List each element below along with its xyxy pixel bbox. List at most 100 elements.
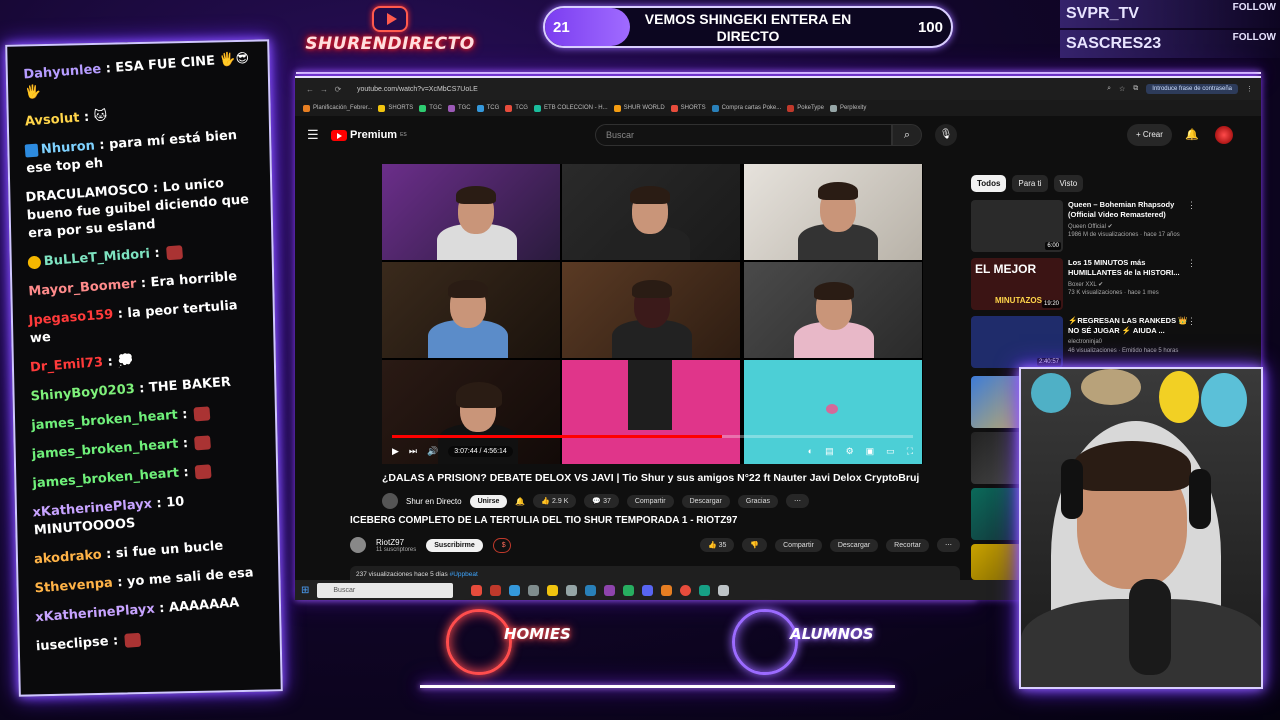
chat-username[interactable]: xKatherinePlayx [35, 602, 155, 626]
zoom-icon[interactable]: ⌕ [1107, 85, 1111, 93]
reload-icon[interactable]: ⟳ [331, 85, 345, 94]
folder-icon[interactable] [547, 584, 559, 596]
forward-arrow-icon[interactable]: → [317, 85, 331, 94]
bookmark-item[interactable]: TCG [505, 104, 528, 112]
chat-username[interactable]: Mayor_Boomer [28, 277, 137, 300]
bookmark-item[interactable]: ETB COLECCION - H... [533, 104, 608, 112]
channel-name[interactable]: Shur en Directo [406, 497, 462, 506]
volume-icon[interactable]: 🔊 [427, 446, 438, 457]
taskbar-app-icon[interactable] [528, 584, 540, 596]
like-button[interactable]: 👍 2.9 K [533, 494, 577, 508]
bookmark-item[interactable]: TCG [476, 104, 499, 112]
second-channel-name[interactable]: RiotZ97 [376, 538, 416, 547]
bookmark-item[interactable]: TGC [419, 104, 442, 112]
pokeball-icon[interactable] [680, 584, 692, 596]
youtube-premium-logo[interactable]: Premium ES [331, 129, 407, 141]
rec-menu-icon[interactable]: ⋮ [1187, 258, 1196, 269]
taskbar-app-icon[interactable] [490, 584, 502, 596]
url-text[interactable]: youtube.com/watch?v=XcMbCS7UoLE [357, 86, 478, 93]
bookmark-item[interactable]: SHORTS [378, 104, 413, 112]
taskbar-app-icon[interactable] [604, 584, 616, 596]
notifications-bell-icon[interactable]: 🔔 [1185, 128, 1199, 141]
search-input[interactable]: Buscar [595, 124, 892, 146]
second-download-button[interactable]: Descargar [829, 538, 879, 552]
subscribe-button[interactable]: Suscribirme [426, 538, 483, 552]
microphone-icon[interactable]: 🎙 [935, 124, 957, 146]
second-channel-avatar[interactable] [350, 537, 366, 553]
chat-username[interactable]: Sthevenpa [34, 576, 113, 597]
taskbar-app-icon[interactable] [566, 584, 578, 596]
rec-channel[interactable]: Queen Official ✔ [1068, 223, 1113, 230]
taskbar-app-icon[interactable] [585, 584, 597, 596]
bookmark-item[interactable]: SHUR WORLD [613, 104, 665, 112]
taskbar-app-icon[interactable] [718, 584, 730, 596]
play-icon[interactable]: ▶ [392, 446, 399, 457]
taskbar-search[interactable]: Buscar [317, 582, 454, 598]
chat-username[interactable]: Dahyunlee [23, 62, 102, 83]
recommendation-item[interactable]: 2:40:57 ⚡REGRESAN LAS RANKEDS 👑 NO SÉ JUG… [971, 316, 1211, 374]
second-like-button[interactable]: 👍 35 [699, 538, 735, 552]
dollar-icon[interactable]: $ [492, 537, 511, 553]
rec-title[interactable]: ⚡REGRESAN LAS RANKEDS 👑 NO SÉ JUGAR ⚡ AI… [1068, 316, 1192, 336]
star-icon[interactable]: ☆ [1119, 85, 1125, 93]
chrome-icon[interactable] [623, 584, 635, 596]
dislike-icon[interactable]: 👎 [742, 538, 768, 552]
chat-username[interactable]: james_broken_heart [31, 437, 179, 463]
rec-title[interactable]: Los 15 MINUTOS más HUMILLANTES de la HIS… [1068, 258, 1192, 278]
theater-mode-icon[interactable]: ▭ [886, 446, 895, 457]
chat-username[interactable]: akodrako [34, 547, 103, 567]
chat-username[interactable]: Dr_Emil73 [30, 355, 104, 375]
second-share-button[interactable]: Compartir [775, 538, 822, 552]
bookmark-item[interactable]: PokeType [787, 104, 824, 112]
bookmark-item[interactable]: Perplexity [829, 104, 866, 112]
hashtag-link[interactable]: #Uppbeat [450, 571, 478, 578]
chat-username[interactable]: BuLLeT_Midori [43, 247, 150, 270]
clip-button[interactable]: Recortar [886, 538, 929, 552]
account-avatar[interactable] [1215, 126, 1233, 144]
autoplay-toggle-icon[interactable]: ◐ [808, 446, 813, 457]
fullscreen-icon[interactable]: ⛶ [907, 446, 913, 457]
second-more-icon[interactable]: ⋯ [937, 538, 960, 552]
chat-username[interactable]: iuseclipse [35, 634, 109, 654]
rec-channel[interactable]: Boxer XXL ✔ [1068, 281, 1103, 288]
miniplayer-icon[interactable]: ▣ [866, 446, 875, 457]
windows-start-icon[interactable]: ⊞ [301, 585, 309, 596]
bookmark-item[interactable]: SHORTS [670, 104, 706, 112]
taskbar-app-icon[interactable] [699, 584, 711, 596]
chat-username[interactable]: Jpegaso159 [28, 307, 114, 328]
chat-username[interactable]: Avsolut [24, 111, 80, 130]
bell-icon[interactable]: 🔔 [515, 497, 525, 506]
share-button[interactable]: Compartir [626, 494, 674, 508]
thanks-button[interactable]: Gracias [737, 494, 779, 508]
chip-for-you[interactable]: Para ti [1012, 175, 1048, 192]
rec-thumbnail[interactable]: EL MEJOR MINUTAZOS 19:20 [971, 258, 1063, 310]
more-icon[interactable]: ⋯ [786, 494, 810, 508]
rec-thumbnail[interactable]: 6:00 [971, 200, 1063, 252]
rec-channel[interactable]: electroninja0 [1068, 339, 1102, 345]
kebab-menu-icon[interactable]: ⋮ [1246, 85, 1253, 93]
chat-username[interactable]: james_broken_heart [32, 466, 180, 492]
subtitles-icon[interactable]: ▤ [825, 446, 834, 457]
rec-menu-icon[interactable]: ⋮ [1187, 200, 1196, 211]
rec-thumbnail[interactable]: 2:40:57 [971, 316, 1063, 368]
chat-username[interactable]: james_broken_heart [31, 408, 179, 434]
rec-menu-icon[interactable]: ⋮ [1187, 316, 1196, 327]
recommendation-item[interactable]: EL MEJOR MINUTAZOS 19:20 Los 15 MINUTOS más… [971, 258, 1211, 316]
edge-icon[interactable] [509, 584, 521, 596]
bookmark-item[interactable]: Compra cartas Poke... [711, 104, 781, 112]
extensions-icon[interactable]: ⧉ [1133, 85, 1138, 93]
comments-button[interactable]: 💬 37 [584, 494, 619, 508]
stream-chat-panel[interactable]: Dahyunlee : ESA FUE CINE 🖐😎🖐 Avsolut : 🐱 N… [5, 39, 283, 697]
next-icon[interactable]: ⏭ [409, 446, 417, 457]
recommendation-item[interactable]: 6:00 Queen – Bohemian Rhapsody (Official … [971, 200, 1211, 258]
hamburger-menu-icon[interactable]: ☰ [307, 127, 331, 143]
chip-watched[interactable]: Visto [1053, 175, 1084, 192]
taskbar-app-icon[interactable] [661, 584, 673, 596]
join-button[interactable]: Unirse [469, 494, 508, 508]
back-arrow-icon[interactable]: ← [303, 85, 317, 94]
video-player[interactable]: ▶ ⏭ 🔊 3:07:44 / 4:56:14 ◐ ▤ ⚙ ▣ ▭ ⛶ [382, 164, 923, 464]
search-icon[interactable]: ⌕ [892, 124, 922, 146]
channel-avatar[interactable] [382, 493, 398, 509]
settings-gear-icon[interactable]: ⚙ [846, 446, 854, 457]
bookmark-item[interactable]: TGC [447, 104, 471, 112]
